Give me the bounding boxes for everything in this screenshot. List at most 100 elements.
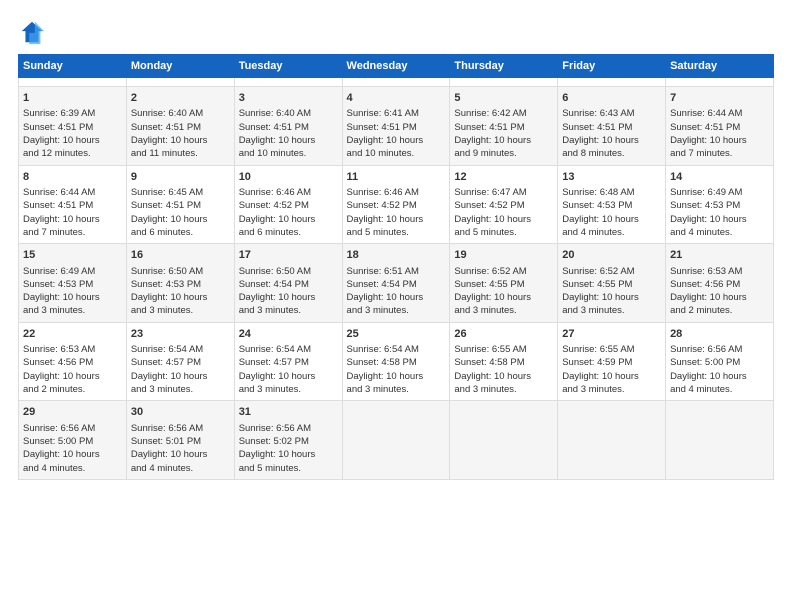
day-info: Sunrise: 6:51 AM: [347, 265, 446, 278]
day-info: Sunset: 4:53 PM: [131, 278, 230, 291]
day-info: and 3 minutes.: [347, 304, 446, 317]
col-header-wednesday: Wednesday: [342, 55, 450, 78]
day-info: Sunrise: 6:46 AM: [239, 186, 338, 199]
day-info: Sunrise: 6:56 AM: [23, 422, 122, 435]
day-number: 11: [347, 170, 446, 185]
day-info: Sunrise: 6:47 AM: [454, 186, 553, 199]
day-info: Sunrise: 6:40 AM: [131, 107, 230, 120]
day-info: Sunrise: 6:56 AM: [239, 422, 338, 435]
day-number: 26: [454, 327, 553, 342]
day-info: Sunrise: 6:46 AM: [347, 186, 446, 199]
day-number: 9: [131, 170, 230, 185]
day-number: 7: [670, 91, 769, 106]
day-number: 16: [131, 248, 230, 263]
day-info: Daylight: 10 hours: [670, 291, 769, 304]
day-info: Daylight: 10 hours: [131, 448, 230, 461]
day-info: Sunrise: 6:55 AM: [454, 343, 553, 356]
day-info: and 12 minutes.: [23, 147, 122, 160]
day-info: Sunset: 4:51 PM: [347, 121, 446, 134]
day-cell: [450, 401, 558, 480]
day-number: 2: [131, 91, 230, 106]
day-info: Sunrise: 6:40 AM: [239, 107, 338, 120]
day-info: Sunset: 5:02 PM: [239, 435, 338, 448]
day-info: Daylight: 10 hours: [23, 448, 122, 461]
day-cell: 25Sunrise: 6:54 AMSunset: 4:58 PMDayligh…: [342, 322, 450, 401]
day-number: 5: [454, 91, 553, 106]
col-header-friday: Friday: [558, 55, 666, 78]
day-info: Sunset: 4:51 PM: [131, 199, 230, 212]
day-info: Sunrise: 6:50 AM: [239, 265, 338, 278]
day-info: Sunrise: 6:44 AM: [670, 107, 769, 120]
day-info: and 10 minutes.: [239, 147, 338, 160]
day-cell: 6Sunrise: 6:43 AMSunset: 4:51 PMDaylight…: [558, 87, 666, 166]
page: SundayMondayTuesdayWednesdayThursdayFrid…: [0, 0, 792, 612]
day-info: Daylight: 10 hours: [562, 370, 661, 383]
day-info: Daylight: 10 hours: [239, 213, 338, 226]
day-info: and 3 minutes.: [562, 304, 661, 317]
day-cell: 13Sunrise: 6:48 AMSunset: 4:53 PMDayligh…: [558, 165, 666, 244]
day-number: 21: [670, 248, 769, 263]
calendar-table: SundayMondayTuesdayWednesdayThursdayFrid…: [18, 54, 774, 480]
day-number: 29: [23, 405, 122, 420]
day-info: Daylight: 10 hours: [239, 448, 338, 461]
day-info: Sunset: 4:56 PM: [23, 356, 122, 369]
day-cell: 24Sunrise: 6:54 AMSunset: 4:57 PMDayligh…: [234, 322, 342, 401]
day-info: Sunrise: 6:52 AM: [454, 265, 553, 278]
day-cell: 9Sunrise: 6:45 AMSunset: 4:51 PMDaylight…: [126, 165, 234, 244]
day-cell: [19, 78, 127, 87]
day-info: and 4 minutes.: [670, 226, 769, 239]
day-info: Sunrise: 6:53 AM: [23, 343, 122, 356]
day-cell: 15Sunrise: 6:49 AMSunset: 4:53 PMDayligh…: [19, 244, 127, 323]
day-number: 18: [347, 248, 446, 263]
week-row-2: 8Sunrise: 6:44 AMSunset: 4:51 PMDaylight…: [19, 165, 774, 244]
day-info: and 5 minutes.: [454, 226, 553, 239]
week-row-3: 15Sunrise: 6:49 AMSunset: 4:53 PMDayligh…: [19, 244, 774, 323]
day-info: and 6 minutes.: [131, 226, 230, 239]
day-cell: 17Sunrise: 6:50 AMSunset: 4:54 PMDayligh…: [234, 244, 342, 323]
day-cell: [234, 78, 342, 87]
day-info: Sunrise: 6:48 AM: [562, 186, 661, 199]
day-cell: 29Sunrise: 6:56 AMSunset: 5:00 PMDayligh…: [19, 401, 127, 480]
day-number: 24: [239, 327, 338, 342]
logo-icon: [18, 18, 46, 46]
day-info: and 3 minutes.: [131, 383, 230, 396]
day-cell: [342, 401, 450, 480]
day-info: and 10 minutes.: [347, 147, 446, 160]
day-info: Sunrise: 6:50 AM: [131, 265, 230, 278]
day-cell: 18Sunrise: 6:51 AMSunset: 4:54 PMDayligh…: [342, 244, 450, 323]
day-info: Sunset: 4:55 PM: [562, 278, 661, 291]
day-info: Sunset: 4:51 PM: [670, 121, 769, 134]
day-cell: 1Sunrise: 6:39 AMSunset: 4:51 PMDaylight…: [19, 87, 127, 166]
day-info: Sunrise: 6:49 AM: [670, 186, 769, 199]
day-info: Daylight: 10 hours: [670, 134, 769, 147]
day-info: and 2 minutes.: [23, 383, 122, 396]
day-cell: 27Sunrise: 6:55 AMSunset: 4:59 PMDayligh…: [558, 322, 666, 401]
day-cell: 2Sunrise: 6:40 AMSunset: 4:51 PMDaylight…: [126, 87, 234, 166]
day-number: 31: [239, 405, 338, 420]
week-row-0: [19, 78, 774, 87]
day-info: and 2 minutes.: [670, 304, 769, 317]
day-info: and 9 minutes.: [454, 147, 553, 160]
day-info: and 3 minutes.: [239, 304, 338, 317]
day-info: Daylight: 10 hours: [131, 370, 230, 383]
day-cell: 20Sunrise: 6:52 AMSunset: 4:55 PMDayligh…: [558, 244, 666, 323]
day-info: Daylight: 10 hours: [562, 213, 661, 226]
day-info: and 3 minutes.: [23, 304, 122, 317]
day-info: Sunset: 4:54 PM: [239, 278, 338, 291]
day-info: and 4 minutes.: [23, 462, 122, 475]
day-info: Sunrise: 6:41 AM: [347, 107, 446, 120]
day-info: Sunrise: 6:56 AM: [670, 343, 769, 356]
col-header-saturday: Saturday: [666, 55, 774, 78]
day-info: Sunrise: 6:49 AM: [23, 265, 122, 278]
day-info: Sunset: 4:51 PM: [454, 121, 553, 134]
day-cell: 28Sunrise: 6:56 AMSunset: 5:00 PMDayligh…: [666, 322, 774, 401]
day-cell: 8Sunrise: 6:44 AMSunset: 4:51 PMDaylight…: [19, 165, 127, 244]
day-info: Sunset: 4:59 PM: [562, 356, 661, 369]
day-info: Daylight: 10 hours: [131, 134, 230, 147]
day-number: 6: [562, 91, 661, 106]
day-info: Daylight: 10 hours: [239, 370, 338, 383]
day-cell: 23Sunrise: 6:54 AMSunset: 4:57 PMDayligh…: [126, 322, 234, 401]
day-info: Sunrise: 6:54 AM: [239, 343, 338, 356]
day-cell: 31 Sunrise: 6:56 AMSunset: 5:02 PMDayligh…: [234, 401, 342, 480]
day-info: Daylight: 10 hours: [347, 213, 446, 226]
